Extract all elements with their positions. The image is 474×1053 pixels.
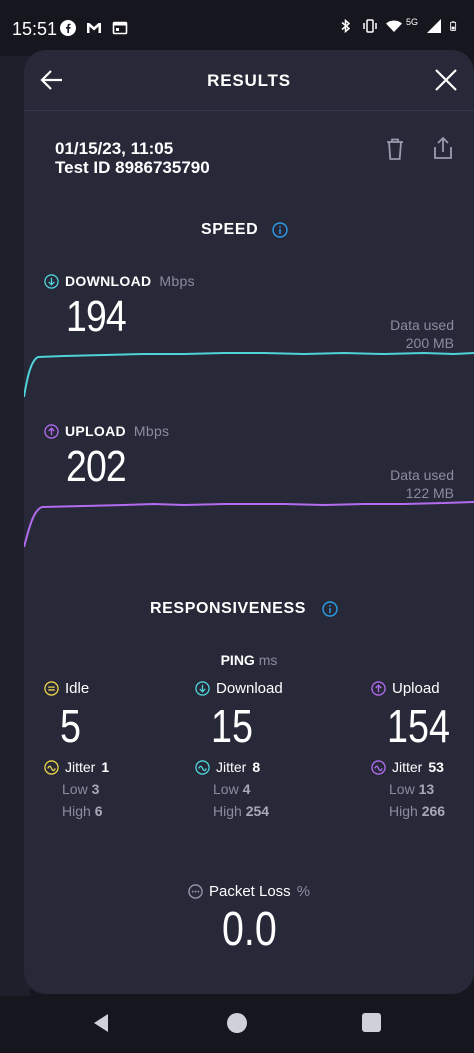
- upload-speed-graph: [24, 501, 474, 548]
- high-label: High: [213, 803, 242, 819]
- jitter-value: 1: [101, 759, 110, 775]
- ping-idle-column: Idle 5 Jitter 1 Low 3 High 6: [44, 680, 194, 819]
- ping-unit: ms: [258, 652, 278, 668]
- responsiveness-info-icon[interactable]: [322, 601, 338, 617]
- nav-back-icon[interactable]: [90, 1012, 112, 1034]
- packet-loss-label-text: Packet Loss: [208, 883, 291, 900]
- ping-upload-jitter: Jitter 53: [371, 759, 474, 775]
- high-value: 6: [94, 803, 103, 819]
- speed-info-icon[interactable]: [272, 222, 288, 238]
- trash-icon[interactable]: [382, 136, 408, 162]
- calendar-icon: [112, 21, 128, 35]
- packet-loss-label: Packet Loss %: [24, 883, 474, 900]
- upload-unit: Mbps: [133, 423, 170, 439]
- jitter-label: Jitter: [216, 759, 247, 775]
- ping-upload-column: Upload 154 Jitter 53 Low 13 High 266: [371, 680, 474, 819]
- test-meta: 01/15/23, 11:05 Test ID 8986735790: [55, 139, 210, 177]
- upload-arrow-icon: [44, 423, 59, 439]
- status-notification-icons: [60, 20, 128, 36]
- page-title: RESULTS: [207, 71, 291, 90]
- vibrate-icon: [363, 19, 377, 33]
- gmail-icon: [87, 23, 101, 33]
- upload-value: 202: [66, 442, 127, 491]
- upload-arrow-icon: [371, 681, 386, 696]
- jitter-icon: [371, 759, 386, 775]
- packet-loss-number: 0.0: [221, 903, 277, 956]
- high-value: 266: [421, 803, 446, 819]
- ping-label: PING: [220, 652, 255, 668]
- jitter-icon: [195, 759, 210, 775]
- ping-upload-high: High 266: [389, 803, 474, 819]
- low-label: Low: [389, 781, 415, 797]
- packet-loss-icon: [188, 884, 203, 899]
- navigation-bar: [0, 996, 474, 1053]
- ping-download-header: Download: [195, 680, 345, 697]
- download-label-text: DOWNLOAD: [65, 273, 152, 289]
- nav-home-icon[interactable]: [227, 1013, 247, 1033]
- jitter-label: Jitter: [392, 759, 423, 775]
- packet-loss-value: 0.0: [24, 902, 474, 957]
- low-value: 13: [418, 781, 435, 797]
- download-speed-graph: [24, 351, 474, 398]
- idle-icon: [44, 681, 59, 696]
- ping-idle-high: High 6: [62, 803, 194, 819]
- ping-upload-header: Upload: [371, 680, 474, 697]
- high-label: High: [62, 803, 91, 819]
- close-icon[interactable]: [432, 66, 460, 94]
- results-card: RESULTS 01/15/23, 11:05 Test ID 89867357…: [24, 50, 474, 994]
- low-label: Low: [62, 781, 88, 797]
- results-header: RESULTS: [24, 50, 474, 110]
- test-datetime: 01/15/23, 11:05: [55, 139, 174, 158]
- ping-idle-header: Idle: [44, 680, 194, 697]
- ping-download-high: High 254: [213, 803, 345, 819]
- low-label: Low: [213, 781, 239, 797]
- download-unit: Mbps: [159, 273, 195, 289]
- ping-idle-value: 5: [60, 700, 81, 752]
- upload-data-used-label: Data used: [390, 467, 454, 483]
- ping-download-value: 15: [211, 700, 253, 752]
- bluetooth-icon: [341, 18, 351, 34]
- download-arrow-icon: [44, 273, 59, 289]
- ping-idle-label: Idle: [65, 680, 90, 697]
- speed-section-title: SPEED: [201, 221, 259, 238]
- high-value: 254: [245, 803, 270, 819]
- nav-recents-icon[interactable]: [362, 1013, 381, 1032]
- jitter-value: 8: [252, 759, 261, 775]
- download-arrow-icon: [195, 681, 210, 696]
- status-bar: 15:51 5G: [0, 0, 474, 56]
- ping-upload-low: Low 13: [389, 781, 474, 797]
- facebook-icon: [60, 20, 76, 36]
- ping-title: PING ms: [24, 652, 474, 668]
- test-id: Test ID 8986735790: [55, 158, 210, 177]
- download-label: DOWNLOAD Mbps: [44, 273, 195, 289]
- battery-icon: [450, 21, 457, 31]
- download-data-used-label: Data used: [390, 317, 454, 333]
- ping-idle-low: Low 3: [62, 781, 194, 797]
- ping-idle-jitter: Jitter 1: [44, 759, 194, 775]
- upload-label: UPLOAD Mbps: [44, 423, 169, 439]
- responsiveness-section-title: RESPONSIVENESS: [150, 600, 307, 617]
- wifi-icon: [385, 20, 402, 32]
- download-value: 194: [66, 292, 127, 341]
- jitter-label: Jitter: [65, 759, 96, 775]
- jitter-value: 53: [428, 759, 444, 775]
- ping-download-column: Download 15 Jitter 8 Low 4 High 254: [195, 680, 345, 819]
- share-icon[interactable]: [430, 135, 456, 161]
- ping-download-jitter: Jitter 8: [195, 759, 345, 775]
- header-divider: [24, 110, 474, 111]
- status-time: 15:51: [12, 19, 58, 39]
- high-label: High: [389, 803, 418, 819]
- network-type-label: 5G: [405, 17, 418, 27]
- ping-download-low: Low 4: [213, 781, 345, 797]
- low-value: 4: [242, 781, 251, 797]
- jitter-icon: [44, 759, 59, 775]
- ping-upload-value: 154: [387, 700, 450, 752]
- upload-label-text: UPLOAD: [65, 423, 126, 439]
- low-value: 3: [91, 781, 100, 797]
- signal-icon: [427, 19, 441, 33]
- status-system-icons: 5G: [338, 17, 460, 34]
- ping-download-label: Download: [216, 680, 283, 697]
- ping-upload-label: Upload: [392, 680, 440, 697]
- packet-loss-unit: %: [296, 883, 311, 900]
